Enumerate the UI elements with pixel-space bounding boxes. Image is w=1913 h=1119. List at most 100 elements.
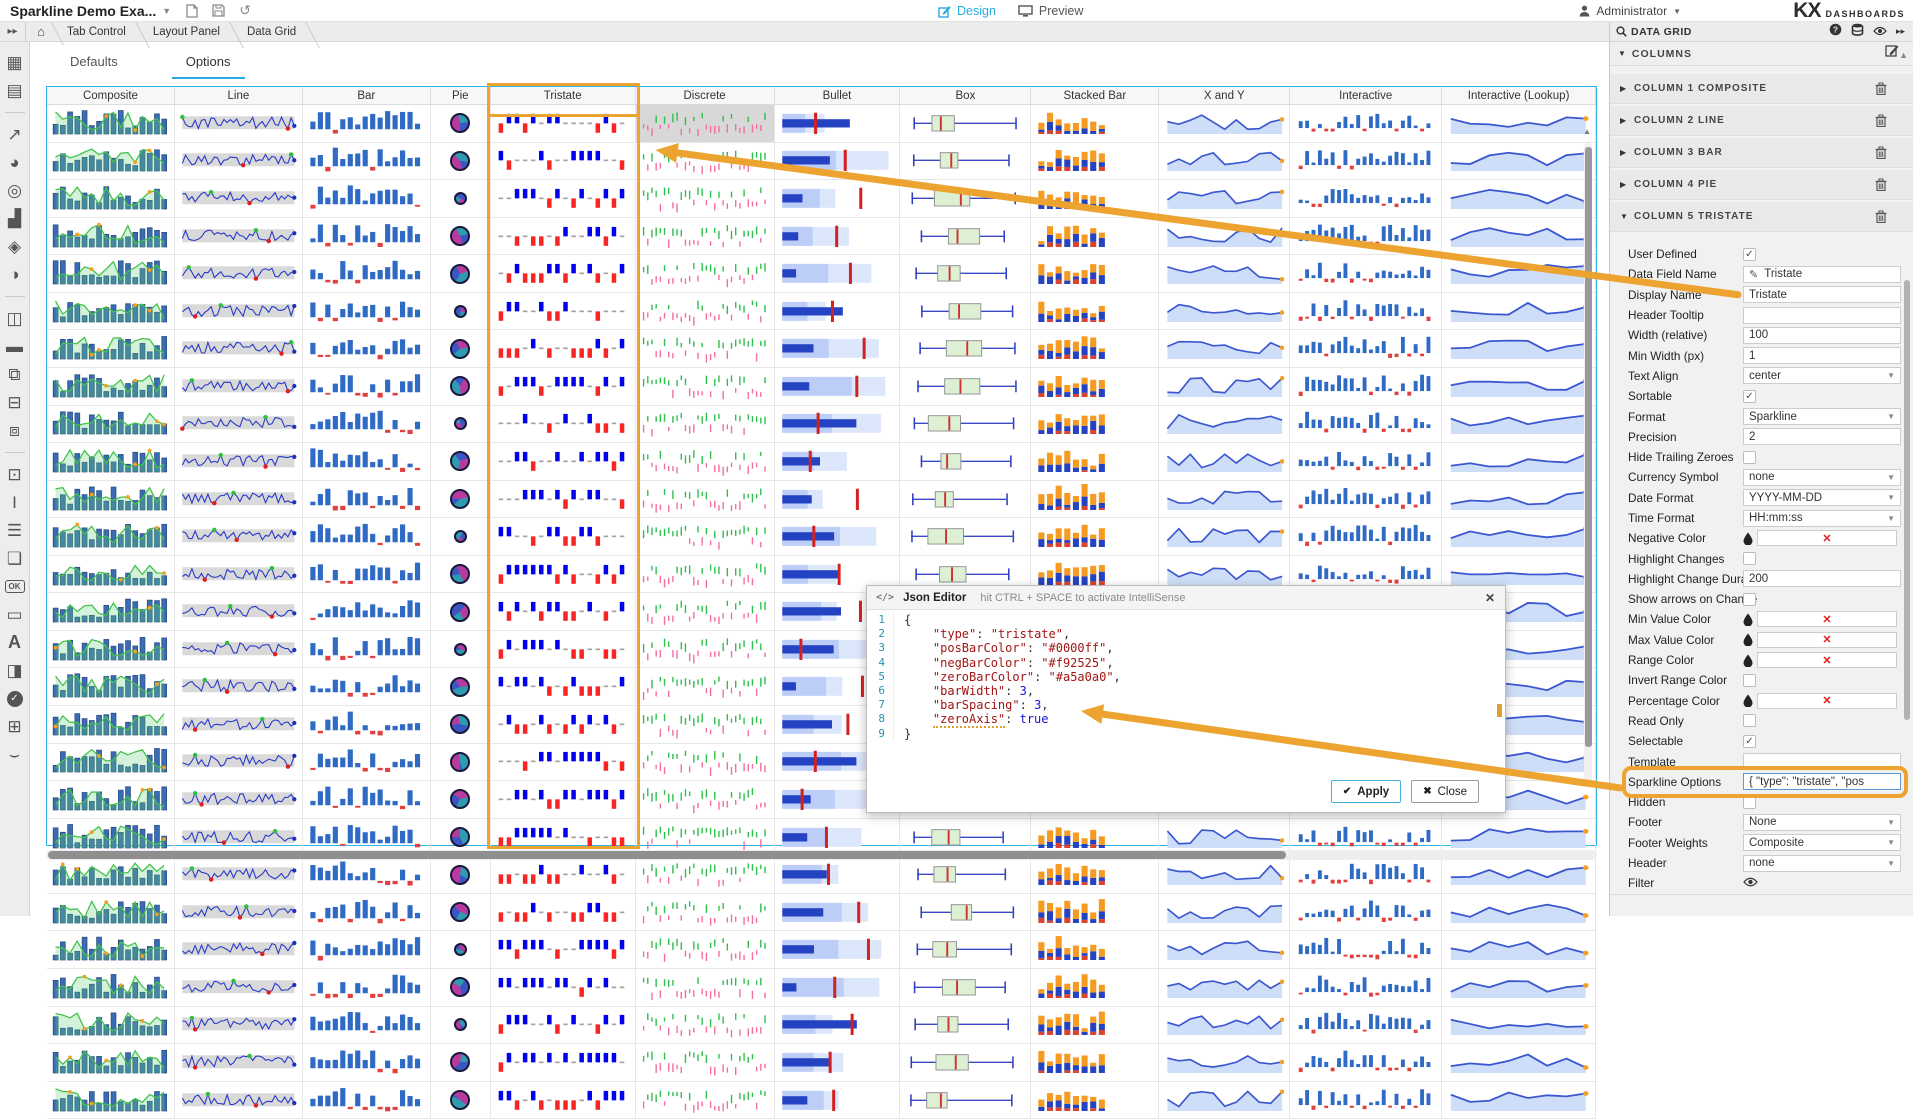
grid-cell-tristate[interactable] — [491, 330, 636, 367]
grid-cell-discrete[interactable] — [636, 330, 775, 367]
color-field-percentage-color[interactable]: ✕ — [1757, 693, 1897, 709]
grid-column-header-lookup[interactable]: Interactive (Lookup) — [1442, 87, 1596, 104]
grid-cell-line[interactable] — [175, 668, 303, 705]
close-button[interactable]: ✖ Close — [1411, 780, 1479, 803]
grid-cell-interactive[interactable] — [1290, 1044, 1442, 1081]
grid-cell-bullet[interactable] — [775, 1044, 901, 1081]
vertical-scroll-thumb[interactable] — [1585, 147, 1592, 747]
input-data-field-name[interactable]: ✎Tristate — [1743, 266, 1901, 283]
column-item-caret-icon[interactable]: ▶ — [1620, 180, 1630, 189]
grid-cell-discrete[interactable] — [636, 631, 775, 668]
input-precision[interactable]: 2 — [1743, 428, 1901, 445]
grid-cell-bar[interactable] — [303, 931, 431, 968]
grid-cell-xy[interactable] — [1159, 894, 1290, 931]
grid-cell-tristate[interactable] — [491, 443, 636, 480]
grid-cell-box[interactable] — [900, 856, 1031, 893]
grid-cell-bar[interactable] — [303, 856, 431, 893]
grid-cell-line[interactable] — [175, 406, 303, 443]
grid-cell-bar[interactable] — [303, 406, 431, 443]
grid-cell-line[interactable] — [175, 368, 303, 405]
grid-cell-pie[interactable] — [431, 1007, 491, 1044]
grid-cell-xy[interactable] — [1159, 931, 1290, 968]
grid-cell-line[interactable] — [175, 218, 303, 255]
select-time-format[interactable]: HH:mm:ss▼ — [1743, 510, 1901, 527]
grid-cell-discrete[interactable] — [636, 894, 775, 931]
dashboard-title[interactable]: Sparkline Demo Exa... — [10, 3, 156, 19]
grid-cell-lookup[interactable] — [1442, 1007, 1596, 1044]
clear-color-icon[interactable]: ✕ — [1822, 532, 1831, 545]
grid-cell-tristate[interactable] — [491, 856, 636, 893]
visibility-icon[interactable] — [1873, 23, 1887, 41]
grid-cell-discrete[interactable] — [636, 368, 775, 405]
grid-cell-composite[interactable] — [47, 218, 175, 255]
delete-column-icon[interactable] — [1875, 146, 1887, 159]
grid-cell-xy[interactable] — [1159, 218, 1290, 255]
grid-cell-pie[interactable] — [431, 631, 491, 668]
checkbox-show-arrows-on-change[interactable] — [1743, 593, 1756, 606]
grid-cell-bar[interactable] — [303, 781, 431, 818]
close-icon[interactable]: ✕ — [1485, 591, 1495, 605]
grid-cell-lookup[interactable] — [1442, 1082, 1596, 1119]
grid-cell-box[interactable] — [900, 1082, 1031, 1119]
grid-cell-discrete[interactable] — [636, 781, 775, 818]
candle-chart-icon[interactable]: ▟ — [3, 206, 27, 231]
grid-cell-discrete[interactable] — [636, 406, 775, 443]
grid-cell-discrete[interactable] — [636, 293, 775, 330]
grid-vertical-scrollbar[interactable] — [1584, 143, 1592, 783]
grid-cell-box[interactable] — [900, 293, 1031, 330]
palette-icon[interactable]: ◑ — [3, 262, 27, 287]
grid-cell-stackedbar[interactable] — [1031, 293, 1159, 330]
delete-column-icon[interactable] — [1875, 210, 1887, 223]
grid-cell-bar[interactable] — [303, 218, 431, 255]
delete-column-icon[interactable] — [1875, 82, 1887, 95]
grid-cell-pie[interactable] — [431, 744, 491, 781]
grid-cell-stackedbar[interactable] — [1031, 180, 1159, 217]
grid-cell-discrete[interactable] — [636, 744, 775, 781]
grid-cell-bullet[interactable] — [775, 481, 901, 518]
grid-cell-bar[interactable] — [303, 293, 431, 330]
grid-cell-pie[interactable] — [431, 180, 491, 217]
grid-cell-box[interactable] — [900, 406, 1031, 443]
grid-cell-bullet[interactable] — [775, 518, 901, 555]
grid-cell-pie[interactable] — [431, 1044, 491, 1081]
header-panel-icon[interactable]: ⊟ — [3, 390, 27, 415]
expand-tabs-icon[interactable]: ▸▸ — [0, 22, 26, 41]
delete-column-icon[interactable] — [1875, 114, 1887, 127]
pie-chart-icon[interactable]: ◕ — [3, 150, 27, 175]
grid-cell-box[interactable] — [900, 1044, 1031, 1081]
checkbox-highlight-changes[interactable] — [1743, 552, 1756, 565]
grid-cell-bar[interactable] — [303, 593, 431, 630]
column-item-caret-icon[interactable]: ▶ — [1620, 84, 1630, 93]
grid-cell-box[interactable] — [900, 969, 1031, 1006]
clear-color-icon[interactable]: ✕ — [1822, 694, 1831, 707]
grid-cell-pie[interactable] — [431, 706, 491, 743]
grid-cell-discrete[interactable] — [636, 1044, 775, 1081]
grid-cell-lookup[interactable] — [1442, 931, 1596, 968]
breadcrumb-icon[interactable]: ⌣ — [3, 742, 27, 767]
grid-cell-box[interactable] — [900, 368, 1031, 405]
grid-cell-xy[interactable] — [1159, 856, 1290, 893]
tab-defaults[interactable]: Defaults — [56, 50, 132, 79]
grid-cell-line[interactable] — [175, 631, 303, 668]
grid-cell-interactive[interactable] — [1290, 443, 1442, 480]
grid-cell-composite[interactable] — [47, 931, 175, 968]
grid-cell-xy[interactable] — [1159, 481, 1290, 518]
grid-cell-discrete[interactable] — [636, 218, 775, 255]
grid-cell-composite[interactable] — [47, 481, 175, 518]
grid-cell-tristate[interactable] — [491, 406, 636, 443]
grid-cell-xy[interactable] — [1159, 518, 1290, 555]
input-field-icon[interactable]: ▭ — [3, 602, 27, 627]
grid-cell-discrete[interactable] — [636, 593, 775, 630]
clear-color-icon[interactable]: ✕ — [1822, 613, 1831, 626]
grid-cell-lookup[interactable] — [1442, 293, 1596, 330]
grid-cell-tristate[interactable] — [491, 143, 636, 180]
grid-cell-bar[interactable] — [303, 668, 431, 705]
grid-cell-pie[interactable] — [431, 443, 491, 480]
color-droplet-icon[interactable] — [1743, 532, 1753, 545]
checkbox-read-only[interactable] — [1743, 714, 1756, 727]
grid-column-header-line[interactable]: Line — [175, 87, 303, 104]
delete-column-icon[interactable] — [1875, 178, 1887, 191]
grid-cell-bar[interactable] — [303, 969, 431, 1006]
grid-cell-bullet[interactable] — [775, 255, 901, 292]
gauge-icon[interactable]: ◎ — [3, 178, 27, 203]
